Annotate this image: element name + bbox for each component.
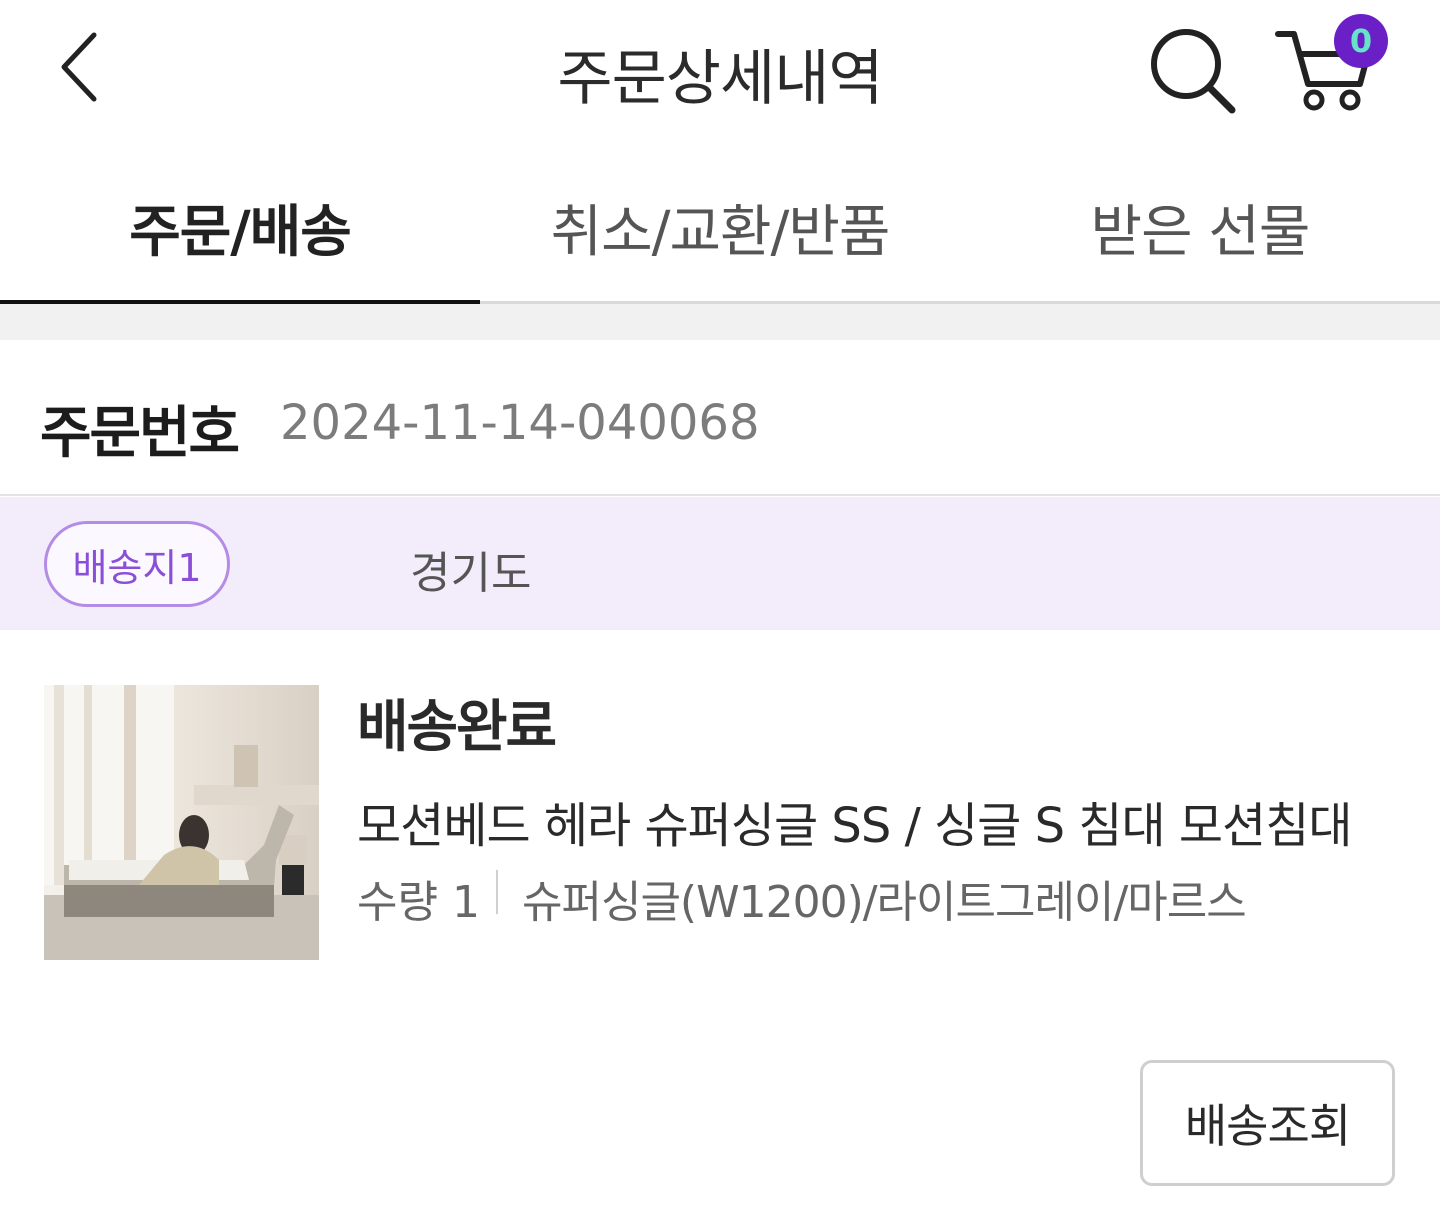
product-thumbnail xyxy=(44,685,319,960)
order-tabs: 주문/배송 취소/교환/반품 받은 선물 xyxy=(0,150,1440,304)
delivery-status: 배송완료 xyxy=(357,695,557,760)
section-divider xyxy=(0,304,1440,340)
product-item: 배송완료 모션베드 헤라 슈퍼싱글 SS / 싱글 S 침대 모션침대 수량 1… xyxy=(0,630,1440,1030)
search-button[interactable] xyxy=(1144,22,1240,118)
product-option: 슈퍼싱글(W1200)/라이트그레이/마르스 xyxy=(522,877,1247,928)
tab-received-gifts[interactable]: 받은 선물 xyxy=(960,150,1440,304)
destination-bar: 배송지1 경기도 xyxy=(0,497,1440,630)
track-delivery-button[interactable]: 배송조회 xyxy=(1140,1060,1395,1186)
order-detail-page: 주문상세내역 0 주문/배송 취소/교환/반품 받은 선물 주문번호 2024-… xyxy=(0,0,1440,1231)
cart-count-badge: 0 xyxy=(1334,14,1388,68)
top-header: 주문상세내역 0 xyxy=(0,0,1440,140)
product-image[interactable] xyxy=(44,685,319,960)
destination-badge: 배송지1 xyxy=(44,521,230,607)
tab-cancel-exchange-return[interactable]: 취소/교환/반품 xyxy=(480,150,960,304)
order-number-label: 주문번호 xyxy=(40,401,240,466)
order-number-value: 2024-11-14-040068 xyxy=(280,395,760,451)
product-quantity: 수량 1 xyxy=(357,877,480,928)
destination-address: 경기도 xyxy=(410,548,532,599)
tab-order-delivery[interactable]: 주문/배송 xyxy=(0,150,480,304)
divider xyxy=(496,870,498,914)
search-icon xyxy=(1151,29,1236,114)
order-number-row: 주문번호 2024-11-14-040068 xyxy=(0,340,1440,496)
product-name[interactable]: 모션베드 헤라 슈퍼싱글 SS / 싱글 S 침대 모션침대 xyxy=(357,786,1397,856)
